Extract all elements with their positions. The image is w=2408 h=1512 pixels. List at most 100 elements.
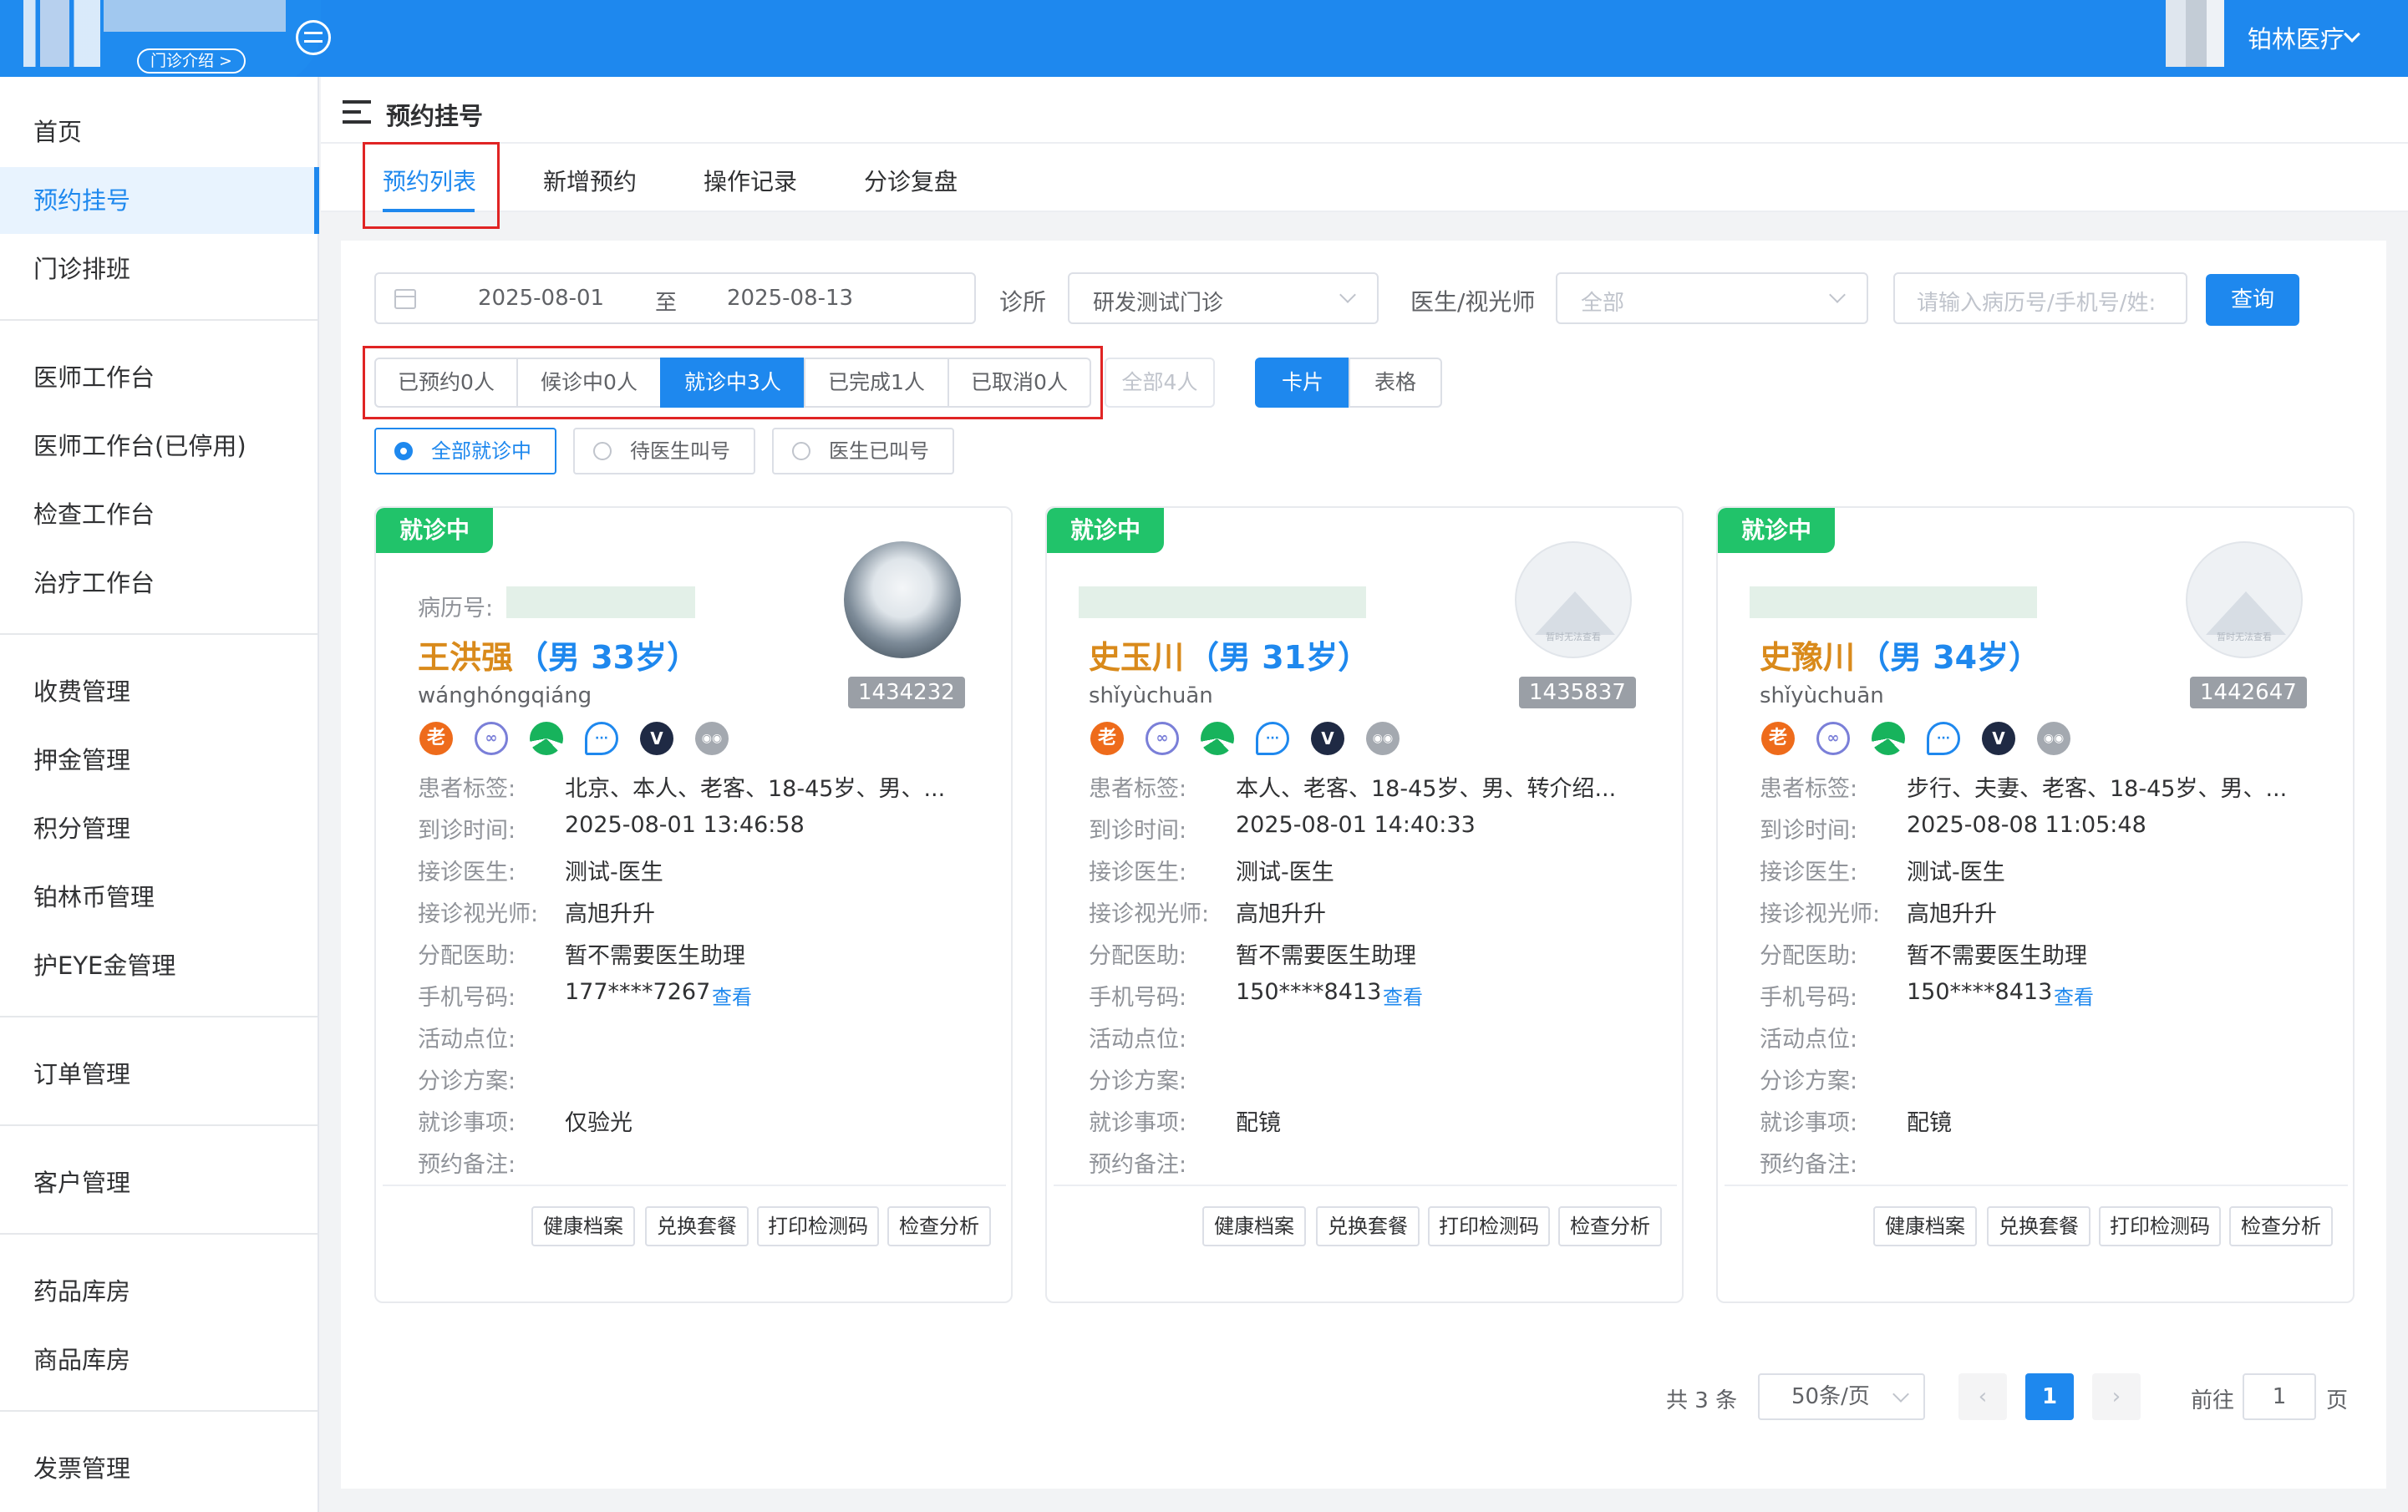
sidebar-item-treatment-workbench[interactable]: 治疗工作台	[0, 550, 318, 616]
patient-pinyin: wánghóngqiáng	[418, 683, 592, 708]
filter-called[interactable]: 医生已叫号	[772, 428, 954, 474]
patient-name[interactable]: 王洪强	[418, 632, 513, 677]
date-start[interactable]: 2025-08-01	[478, 286, 604, 311]
wechat-mini-icon	[1872, 722, 1905, 755]
tags-label: 患者标签:	[418, 776, 516, 802]
tab-new-appointment[interactable]: 新增预约	[543, 164, 637, 197]
old-customer-icon: 老	[1090, 722, 1124, 755]
sidebar-item-home[interactable]: 首页	[0, 99, 318, 165]
matter-value: 配镜	[1236, 1110, 1281, 1136]
page-number-button[interactable]: 1	[2025, 1373, 2074, 1420]
tab-triage-review[interactable]: 分诊复盘	[864, 164, 958, 197]
arrival-value: 2025-08-01 14:40:33	[1236, 812, 1476, 838]
prev-page-button[interactable]: ‹	[1958, 1373, 2007, 1420]
sidebar-item-eye-fund[interactable]: 护EYE金管理	[0, 932, 318, 999]
phone-label: 手机号码:	[418, 985, 516, 1011]
radio-icon	[593, 442, 612, 460]
print-code-button[interactable]: 打印检测码	[2099, 1206, 2221, 1246]
link-icon: ∞	[475, 722, 508, 755]
redeem-package-button[interactable]: 兑换套餐	[1987, 1206, 2090, 1246]
patient-card[interactable]: 就诊中 暂时无法查看 1442647 史豫川 （男 34岁） shǐyùchuā…	[1716, 506, 2355, 1303]
optometrist-value: 高旭升升	[1907, 901, 1997, 927]
remark-label: 预约备注:	[1089, 1152, 1187, 1178]
patient-id-badge: 1442647	[2190, 677, 2307, 708]
sidebar-item-pharmacy[interactable]: 药品库房	[0, 1258, 318, 1325]
sidebar-divider	[0, 319, 318, 321]
avatar-placeholder-text: 暂时无法查看	[1546, 632, 1601, 642]
card-divider	[383, 1185, 1006, 1186]
chat-icon: ···	[1256, 722, 1289, 755]
assistant-label: 分配医助:	[1089, 943, 1187, 969]
chat-icon: ···	[585, 722, 618, 755]
patient-gender-age: （男 34岁）	[1858, 639, 2041, 676]
query-button[interactable]: 查询	[2206, 274, 2299, 326]
user-name[interactable]: 铂林医疗	[2248, 20, 2344, 55]
status-badge: 就诊中	[1718, 508, 1835, 553]
view-table-button[interactable]: 表格	[1349, 358, 1442, 408]
matter-value: 配镜	[1907, 1110, 1952, 1136]
sidebar-item-schedule[interactable]: 门诊排班	[0, 236, 318, 302]
calendar-icon	[394, 289, 416, 309]
sidebar-divider	[0, 1016, 318, 1017]
search-placeholder: 请输入病历号/手机号/姓:	[1917, 291, 2157, 316]
doctor-label: 医生/视光师	[1410, 288, 1536, 316]
sidebar-item-invoice[interactable]: 发票管理	[0, 1435, 318, 1502]
filter-all-in-visit[interactable]: 全部就诊中	[374, 428, 556, 474]
user-avatar[interactable]	[2166, 0, 2224, 67]
doctor-value: 测试-医生	[1907, 860, 2005, 885]
sidebar-item-coins[interactable]: 铂林币管理	[0, 864, 318, 931]
view-phone-link[interactable]: 查看	[712, 981, 752, 1010]
tags-value: 步行、夫妻、老客、18-45岁、男、...	[1907, 776, 2288, 802]
sidebar-item-doctor-workbench[interactable]: 医师工作台	[0, 344, 318, 411]
sidebar-item-customers[interactable]: 客户管理	[0, 1149, 318, 1216]
view-phone-link[interactable]: 查看	[1383, 981, 1423, 1010]
matter-label: 就诊事项:	[1760, 1110, 1858, 1136]
next-page-button[interactable]: ›	[2092, 1373, 2141, 1420]
status-all[interactable]: 全部4人	[1105, 358, 1215, 408]
redeem-package-button[interactable]: 兑换套餐	[1316, 1206, 1420, 1246]
exam-analysis-button[interactable]: 检查分析	[887, 1206, 991, 1246]
clinic-intro-button[interactable]: 门诊介绍 >	[137, 48, 246, 74]
view-card-button[interactable]: 卡片	[1255, 358, 1350, 408]
sidebar-item-orders[interactable]: 订单管理	[0, 1041, 318, 1108]
doctor-label: 接诊医生:	[1760, 860, 1858, 885]
optometrist-label: 接诊视光师:	[418, 901, 539, 927]
patient-card[interactable]: 就诊中 病历号: 1434232 王洪强 （男 33岁） wánghóngqiá…	[374, 506, 1013, 1303]
card-divider	[1054, 1185, 1677, 1186]
optometrist-value: 高旭升升	[565, 901, 655, 927]
patient-name[interactable]: 史豫川	[1760, 632, 1855, 677]
sidebar-item-doctor-workbench-disabled[interactable]: 医师工作台(已停用)	[0, 413, 318, 479]
activity-label: 活动点位:	[1760, 1027, 1858, 1053]
health-record-button[interactable]: 健康档案	[531, 1206, 635, 1246]
patient-name[interactable]: 史玉川	[1089, 632, 1184, 677]
date-end[interactable]: 2025-08-13	[727, 286, 853, 311]
filter-wait-call[interactable]: 待医生叫号	[573, 428, 755, 474]
goto-page-input[interactable]: 1	[2243, 1373, 2316, 1420]
switch-clinic-icon[interactable]	[296, 20, 331, 55]
health-record-button[interactable]: 健康档案	[1202, 1206, 1306, 1246]
sidebar-item-appointment[interactable]: 预约挂号	[0, 167, 319, 234]
group-icon: ◉◉	[695, 722, 729, 755]
sidebar-item-deposit[interactable]: 押金管理	[0, 727, 318, 794]
patient-card[interactable]: 就诊中 暂时无法查看 1435837 史玉川 （男 31岁） shǐyùchuā…	[1045, 506, 1684, 1303]
optometrist-label: 接诊视光师:	[1089, 901, 1210, 927]
sidebar-item-exam-workbench[interactable]: 检查工作台	[0, 481, 318, 548]
redeem-package-button[interactable]: 兑换套餐	[645, 1206, 749, 1246]
clinic-logo	[23, 0, 100, 67]
sidebar-item-points[interactable]: 积分管理	[0, 795, 318, 862]
arrival-label: 到诊时间:	[418, 818, 516, 844]
assistant-label: 分配医助:	[1760, 943, 1858, 969]
vip-icon: V	[1982, 722, 2015, 755]
health-record-button[interactable]: 健康档案	[1873, 1206, 1977, 1246]
tab-operation-log[interactable]: 操作记录	[704, 164, 797, 197]
sidebar-item-billing[interactable]: 收费管理	[0, 658, 318, 725]
sidebar-item-goods-store[interactable]: 商品库房	[0, 1327, 318, 1393]
view-phone-link[interactable]: 查看	[2054, 981, 2094, 1010]
menu-fold-icon[interactable]	[343, 100, 371, 124]
print-code-button[interactable]: 打印检测码	[1428, 1206, 1550, 1246]
image-placeholder-icon	[1535, 591, 1615, 635]
print-code-button[interactable]: 打印检测码	[757, 1206, 879, 1246]
exam-analysis-button[interactable]: 检查分析	[1558, 1206, 1662, 1246]
group-icon: ◉◉	[2037, 722, 2070, 755]
exam-analysis-button[interactable]: 检查分析	[2229, 1206, 2333, 1246]
